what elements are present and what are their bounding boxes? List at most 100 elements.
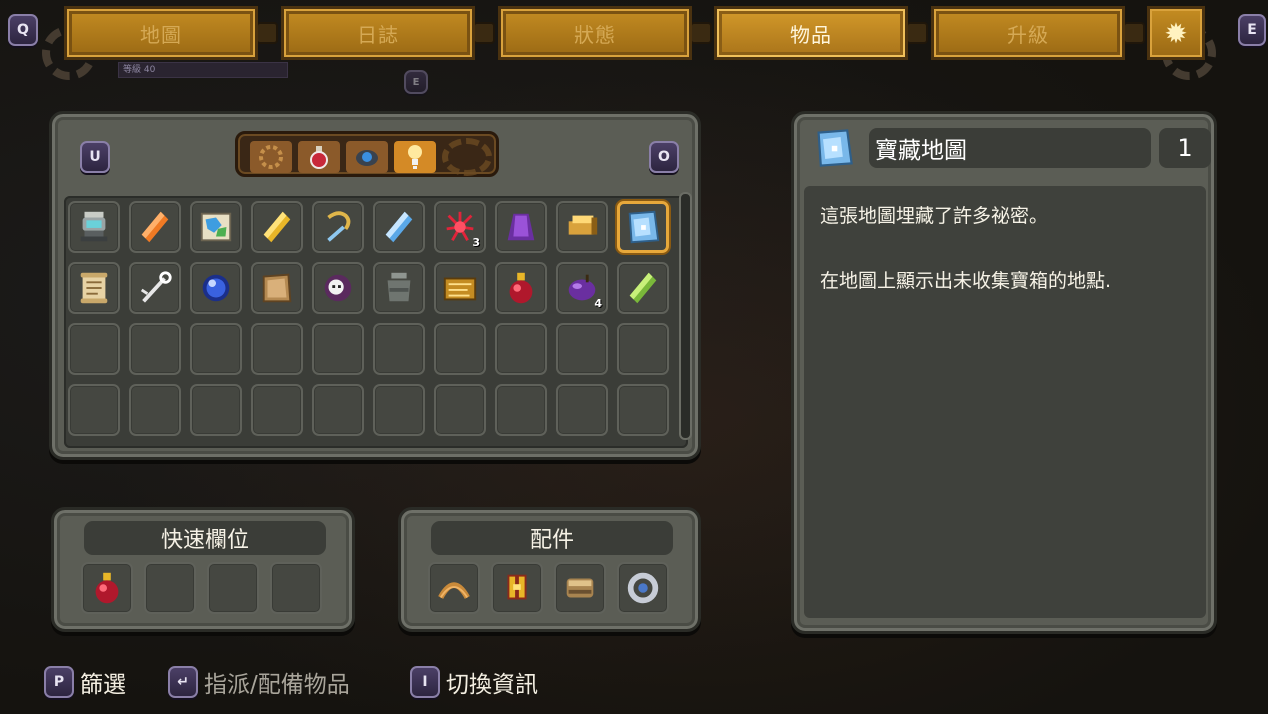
inventory-slot[interactable] [373, 323, 425, 375]
settings-button[interactable]: ✹ [1147, 6, 1205, 60]
inventory-slot[interactable] [495, 201, 547, 253]
filter-potions[interactable] [298, 141, 340, 173]
inventory-slot[interactable] [251, 384, 303, 436]
gear-decoration-icon [442, 138, 492, 176]
inventory-slot[interactable] [495, 323, 547, 375]
hud-key: E [404, 70, 428, 94]
hook-staff-icon [327, 211, 351, 242]
gold-key-icon [568, 215, 598, 235]
hint-assign-equip[interactable]: ↵ 指派/配備物品 [168, 664, 350, 700]
inventory-scrollbar[interactable] [679, 192, 692, 440]
inventory-slot[interactable] [129, 262, 181, 314]
quick-slot[interactable] [270, 562, 322, 614]
inventory-slot[interactable] [434, 262, 486, 314]
tab-items[interactable]: 物品 [714, 6, 908, 60]
blue-orb-icon [202, 274, 230, 302]
old-map-icon [262, 273, 292, 303]
inventory-slot[interactable] [68, 384, 120, 436]
gold-armor-icon [507, 574, 527, 600]
inventory-slot[interactable] [190, 262, 242, 314]
inventory-slot[interactable] [68, 201, 120, 253]
inventory-slot[interactable] [495, 384, 547, 436]
enter-key: ↵ [168, 666, 198, 698]
inventory-slot[interactable] [68, 323, 120, 375]
hint-label: 指派/配備物品 [204, 672, 350, 698]
accessory-slot[interactable] [428, 562, 480, 614]
inventory-slot[interactable] [68, 262, 120, 314]
inventory-slot[interactable] [617, 384, 669, 436]
inventory-slot[interactable] [373, 201, 425, 253]
accessories-title: 配件 [431, 521, 673, 555]
hint-filter[interactable]: P 篩選 [44, 664, 126, 700]
tab-label: 地圖 [140, 22, 182, 47]
inventory-slot[interactable] [373, 262, 425, 314]
treasure-map-icon [817, 129, 853, 167]
inventory-slot[interactable]: 4 [556, 262, 608, 314]
quick-slot[interactable] [81, 562, 133, 614]
inventory-slot[interactable] [129, 323, 181, 375]
inventory-slot[interactable] [495, 262, 547, 314]
filter-all[interactable] [250, 141, 292, 173]
gauntlet-icon [566, 578, 594, 598]
inventory-slot[interactable] [190, 384, 242, 436]
quick-slot[interactable] [207, 562, 259, 614]
inventory-slot[interactable] [190, 323, 242, 375]
inventory-slot[interactable] [312, 262, 364, 314]
all-items-icon [259, 145, 283, 169]
tab-label: 日誌 [357, 22, 399, 47]
purple-cloak-icon [507, 213, 535, 241]
key-item-filter-icon [408, 145, 422, 169]
inventory-slot[interactable] [312, 323, 364, 375]
tab-status[interactable]: 狀態 [498, 6, 692, 60]
tab-connector [690, 22, 712, 44]
prev-tab-key[interactable]: Q [8, 14, 38, 46]
item-count: 1 [1159, 128, 1211, 168]
hint-label: 篩選 [80, 672, 126, 698]
quick-slots-panel: 快速欄位 [51, 507, 355, 632]
inventory-slot[interactable] [556, 201, 608, 253]
filter-key-items[interactable] [394, 141, 436, 173]
inventory-slot[interactable] [617, 262, 669, 314]
next-tab-key[interactable]: E [1238, 14, 1266, 46]
inventory-slot[interactable] [556, 323, 608, 375]
tab-connector [256, 22, 278, 44]
accessory-slot[interactable] [491, 562, 543, 614]
gem-filter-icon [356, 150, 378, 166]
tab-map[interactable]: 地圖 [64, 6, 258, 60]
inventory-slot[interactable] [129, 384, 181, 436]
inventory-slot[interactable] [434, 384, 486, 436]
inventory-slot[interactable] [617, 201, 669, 253]
potion-filter-icon [310, 146, 328, 169]
inventory-slot[interactable] [434, 323, 486, 375]
tab-upgrade[interactable]: 升級 [931, 6, 1125, 60]
hint-toggle-info[interactable]: I 切換資訊 [410, 664, 538, 700]
category-filter-bar [235, 131, 499, 177]
accessory-slot[interactable] [617, 562, 669, 614]
next-category-key[interactable]: O [649, 141, 679, 173]
inventory-slot[interactable]: 3 [434, 201, 486, 253]
item-quantity: 3 [472, 236, 480, 249]
inventory-slot[interactable] [312, 384, 364, 436]
blue-crystal-icon [385, 211, 413, 243]
quick-slot[interactable] [144, 562, 196, 614]
item-quantity: 4 [594, 297, 602, 310]
tab-journal[interactable]: 日誌 [281, 6, 475, 60]
inventory-slot[interactable] [251, 201, 303, 253]
inventory-slot[interactable] [617, 323, 669, 375]
filter-gems[interactable] [346, 141, 388, 173]
prev-category-key[interactable]: U [80, 141, 110, 173]
inventory-slot[interactable] [190, 201, 242, 253]
inventory-slot[interactable] [251, 262, 303, 314]
accessories-panel: 配件 [398, 507, 701, 632]
inventory-slot[interactable] [556, 384, 608, 436]
accessory-slot[interactable] [554, 562, 606, 614]
tab-connector [1123, 22, 1145, 44]
inventory-slot[interactable] [129, 201, 181, 253]
inventory-slot[interactable] [312, 201, 364, 253]
info-key: I [410, 666, 440, 698]
item-description: 這張地圖埋藏了許多祕密。 在地圖上顯示出未收集寶箱的地點. [804, 186, 1206, 618]
skull-orb-icon [324, 274, 352, 302]
lantern-icon [80, 211, 108, 242]
inventory-slot[interactable] [251, 323, 303, 375]
inventory-slot[interactable] [373, 384, 425, 436]
